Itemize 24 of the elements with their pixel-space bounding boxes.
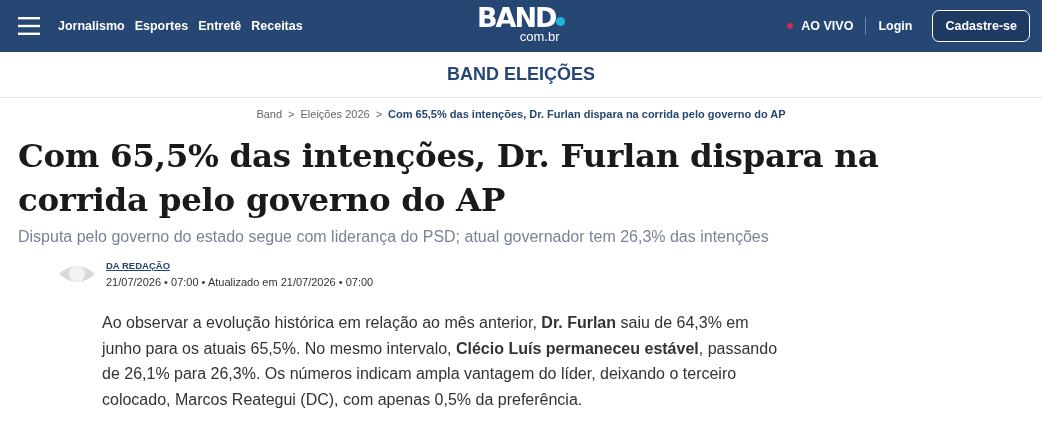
publish-date: 21/07/2026 • 07:00 • Atualizado em 21/07/2026 • 07:00 [106,276,374,288]
article-paragraph: Ao observar a evolução histórica em relação ao mês anterior, Dr. Furlan saiu de 64,3% em junho para os atuais 65,5%. No mesmo intervalo, Clécio Luís permaneceu estável, passando de 26,1% para 26,3%. Os números indicam ampla vantagem do líder, deixando o terceiro colocado, Marcos Reategui (DC), com apenas 0,5% da preferência. [102,313,779,410]
logo-text[interactable]: BAND [477,6,556,30]
logo-suffix: com.br [519,30,560,44]
section-title[interactable]: BAND ELEIÇÕES [447,64,595,85]
dot-icon [556,17,566,26]
nav-link[interactable]: Jornalismo [58,19,125,33]
subtitle: Disputa pelo governo do estado segue com liderança do PSD; atual governador tem 26,3% das intenções [18,228,770,246]
signup-button[interactable]: Cadastre-se [932,10,1030,42]
breadcrumb-link[interactable]: Eleições 2026 [300,108,370,120]
breadcrumb-link[interactable]: Band [256,108,283,120]
nav-link[interactable]: Receitas [251,19,303,33]
live-dot-icon [787,23,794,29]
breadcrumb-separator: > [375,108,383,120]
eye-logo-icon [58,263,96,285]
nav-link[interactable]: Esportes [134,19,189,33]
headline: Com 65,5% das intenções, Dr. Furlan dispara na corrida pelo governo do AP [18,135,880,221]
author-link[interactable]: DA REDAÇÃO [106,260,374,271]
nav-link[interactable]: Entretê [198,19,242,33]
breadcrumb-separator: > [288,108,295,120]
breadcrumb-link[interactable]: Com 65,5% das intenções, Dr. Furlan dispara na corrida pelo governo do AP [388,108,786,120]
menu-icon[interactable] [18,17,40,35]
live-link[interactable]: AO VIVO [801,19,854,33]
login-link[interactable]: Login [878,19,913,33]
